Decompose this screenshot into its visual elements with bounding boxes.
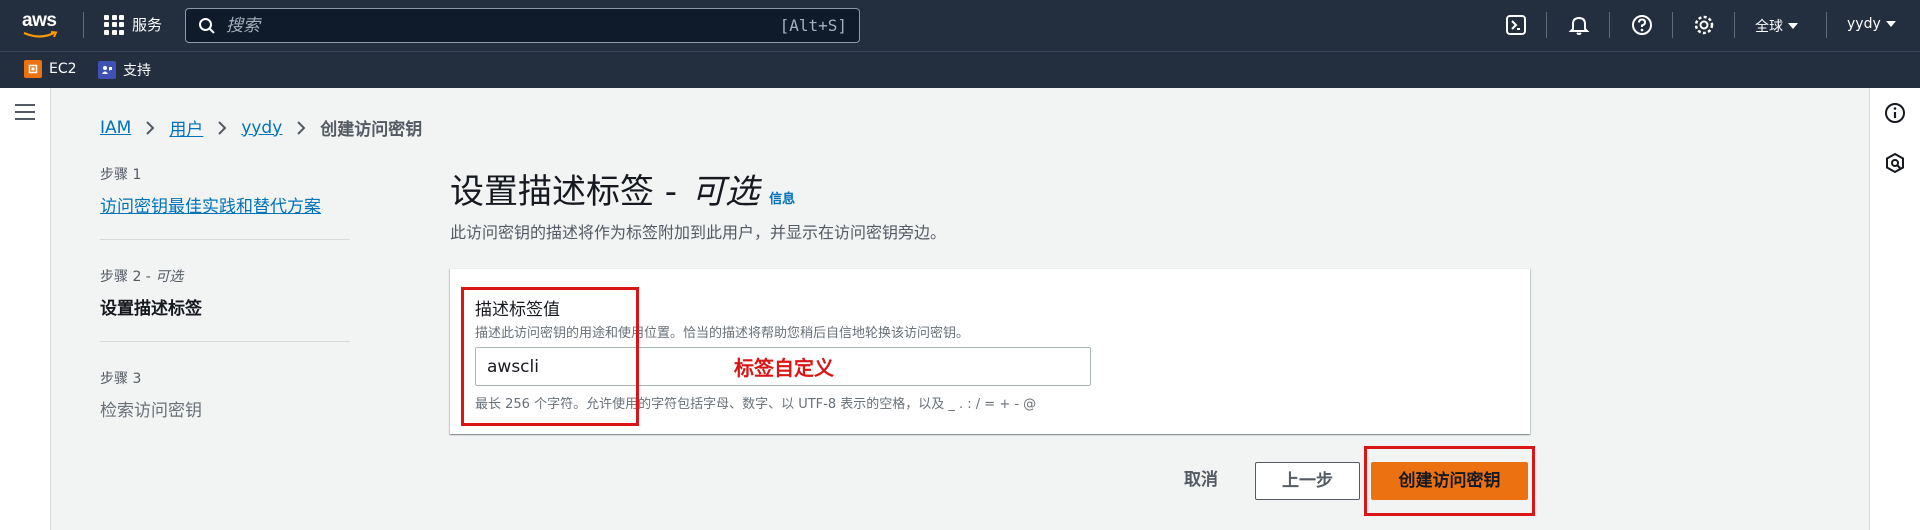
settings-gear-icon[interactable]: [1692, 13, 1716, 37]
search-shortcut: [Alt+S]: [779, 16, 847, 35]
page-title-text: 设置描述标签 -: [450, 172, 678, 212]
favorites-bar: EC2 支持: [0, 51, 1920, 88]
nav-divider: [83, 12, 84, 38]
step-number: 步骤 2 - 可选: [100, 269, 184, 285]
step-1: 步骤 1 访问密钥最佳实践和替代方案: [100, 164, 350, 240]
services-menu-button[interactable]: 服务: [104, 14, 162, 35]
step-2: 步骤 2 - 可选 设置描述标签: [100, 266, 350, 342]
region-selector[interactable]: 全球: [1755, 16, 1798, 36]
breadcrumb: IAM 用户 yydy 创建访问密钥: [100, 115, 423, 141]
step-number-text: 步骤 2: [100, 269, 142, 285]
annotation-box-create-button: [1364, 446, 1535, 516]
favorite-ec2[interactable]: EC2: [24, 60, 77, 78]
breadcrumb-iam[interactable]: IAM: [100, 118, 131, 138]
info-link[interactable]: 信息: [769, 188, 795, 207]
page-title-optional: 可选: [691, 172, 760, 212]
wizard-steps: 步骤 1 访问密钥最佳实践和替代方案 步骤 2 - 可选 设置描述标签 步骤 3…: [100, 164, 350, 469]
step-number: 步骤 3: [100, 371, 142, 387]
annotation-text: 标签自定义: [734, 356, 834, 380]
step-optional: 可选: [155, 269, 184, 285]
notifications-bell-icon[interactable]: [1567, 13, 1591, 37]
favorite-label: 支持: [123, 63, 151, 79]
region-label: 全球: [1755, 19, 1783, 35]
previous-button[interactable]: 上一步: [1255, 462, 1360, 500]
feedback-icon[interactable]: [1884, 152, 1906, 174]
support-icon: [98, 61, 116, 79]
search-input[interactable]: [226, 15, 780, 36]
hamburger-menu-icon[interactable]: [15, 104, 35, 125]
info-icon[interactable]: [1884, 102, 1906, 124]
services-label: 服务: [132, 16, 163, 34]
right-rail: [1869, 88, 1920, 530]
caret-down-icon: [1788, 23, 1798, 29]
chevron-right-icon: [145, 120, 155, 136]
aws-smile-icon: [23, 31, 58, 38]
cancel-button[interactable]: 取消: [1166, 462, 1236, 498]
top-navigation: aws 服务 [Alt+S] 全球 yydy: [0, 0, 1920, 51]
user-label: yydy: [1847, 16, 1881, 32]
services-grid-icon: [104, 14, 124, 35]
step-3-title: 检索访问密钥: [100, 401, 202, 421]
breadcrumb-current: 创建访问密钥: [320, 120, 423, 140]
favorite-label: EC2: [49, 61, 77, 77]
caret-down-icon: [1885, 21, 1896, 27]
cloudshell-icon[interactable]: [1504, 13, 1528, 37]
search-bar[interactable]: [Alt+S]: [185, 8, 860, 43]
favorite-support[interactable]: 支持: [98, 60, 151, 80]
annotation-box-field: [461, 287, 639, 426]
step-1-link[interactable]: 访问密钥最佳实践和替代方案: [100, 192, 350, 217]
aws-logo-text: aws: [22, 10, 57, 31]
step-3: 步骤 3 检索访问密钥: [100, 368, 350, 443]
breadcrumb-user-yydy[interactable]: yydy: [241, 118, 282, 138]
step-2-title: 设置描述标签: [100, 299, 202, 319]
page-description: 此访问密钥的描述将作为标签附加到此用户，并显示在访问密钥旁边。: [450, 223, 947, 242]
step-number: 步骤 1: [100, 167, 142, 183]
ec2-icon: [24, 60, 42, 78]
page-title: 设置描述标签 - 可选 信息: [450, 164, 795, 213]
left-rail: [0, 88, 51, 530]
chevron-right-icon: [217, 120, 227, 136]
chevron-right-icon: [296, 120, 306, 136]
aws-logo[interactable]: aws: [22, 10, 64, 40]
account-menu[interactable]: yydy: [1847, 16, 1896, 32]
breadcrumb-users[interactable]: 用户: [169, 115, 203, 140]
help-icon[interactable]: [1630, 13, 1654, 37]
search-icon: [199, 17, 215, 34]
